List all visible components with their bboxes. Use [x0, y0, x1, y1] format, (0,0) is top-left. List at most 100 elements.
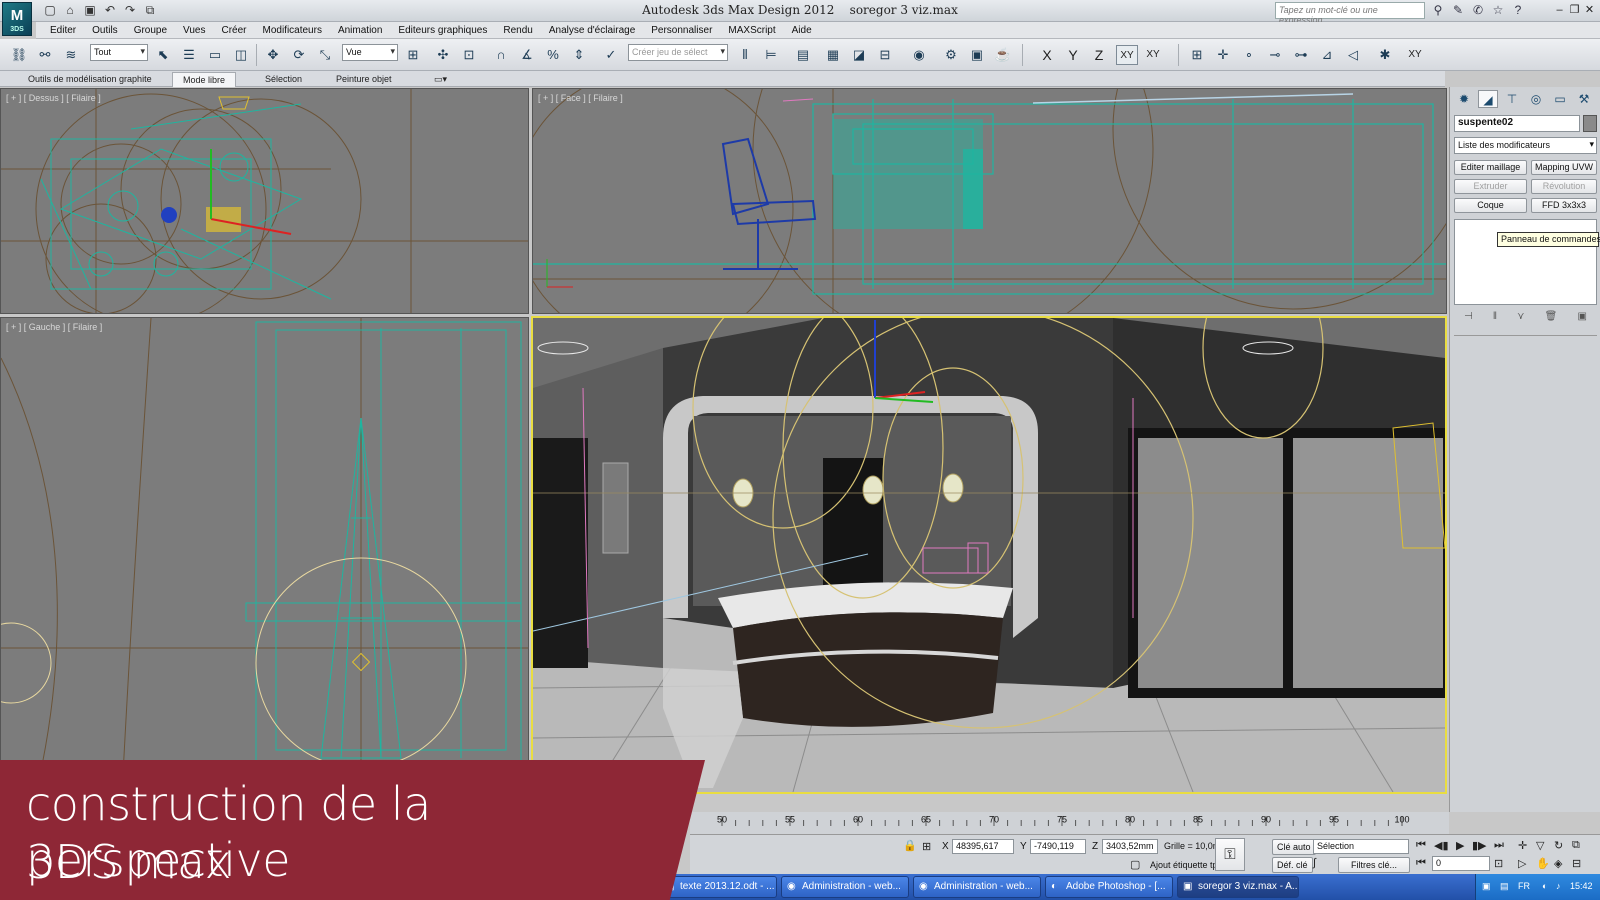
axis-xy-cycle-button[interactable]: XY [1142, 45, 1164, 65]
link-icon[interactable]: ⛓ [8, 44, 30, 66]
menu-aide[interactable]: Aide [784, 25, 820, 36]
menu-rendu[interactable]: Rendu [495, 25, 540, 36]
spinner-snap-icon[interactable]: ⇕ [568, 44, 590, 66]
set-keys-icon[interactable]: ⚿ [1215, 838, 1245, 871]
infocenter-search-input[interactable]: Tapez un mot-clé ou une expression [1275, 2, 1425, 25]
keyboard-shortcut-override-icon[interactable]: ⊡ [458, 44, 480, 66]
viewport-top-label[interactable]: [ + ] [ Dessus ] [ Filaire ] [6, 93, 101, 103]
key-filters-button[interactable]: Filtres clé... [1338, 857, 1410, 873]
graphite-ribbon-icon[interactable]: ▦ [822, 44, 844, 66]
snap-axis-constraint-button[interactable]: XY [1404, 45, 1426, 65]
select-manipulate-icon[interactable]: ✣ [432, 44, 454, 66]
pin-stack-icon[interactable]: ⊣ [1464, 311, 1473, 327]
orbit-icon[interactable]: ↻ [1554, 839, 1563, 852]
show-end-result-icon[interactable]: ‖ [1493, 311, 1497, 327]
uvw-mapping-button[interactable]: Mapping UVW [1531, 160, 1597, 175]
utilities-tab-icon[interactable]: ⚒ [1574, 90, 1594, 108]
task-photoshop[interactable]: ◐ Adobe Photoshop - [... [1045, 876, 1173, 898]
rendered-frame-icon[interactable]: ▣ [966, 44, 988, 66]
tray-icon[interactable]: ▣ [1482, 881, 1491, 892]
current-frame-field[interactable]: 0 [1432, 856, 1490, 871]
task-3dsmax[interactable]: ▣ soregor 3 viz.max - A... [1177, 876, 1299, 898]
selection-filter-select[interactable]: Tout [90, 44, 148, 61]
endpoint-snap-icon[interactable]: ⊸ [1264, 44, 1286, 66]
shell-button[interactable]: Coque [1454, 198, 1527, 213]
edit-mesh-button[interactable]: Editer maillage [1454, 160, 1527, 175]
save-icon[interactable]: ▣ [82, 3, 98, 18]
edit-named-selection-icon[interactable]: ✓ [600, 44, 622, 66]
extrude-button[interactable]: Extruder [1454, 179, 1527, 194]
zoom-all-icon[interactable]: ▽ [1536, 839, 1544, 852]
make-unique-icon[interactable]: ⋎ [1517, 311, 1524, 327]
motion-tab-icon[interactable]: ◎ [1526, 90, 1546, 108]
snap-options-icon[interactable]: ✱ [1374, 44, 1396, 66]
maximize-toggle-icon[interactable]: ⊟ [1572, 857, 1581, 870]
hierarchy-tab-icon[interactable]: ⊤ [1502, 90, 1522, 108]
menu-groupe[interactable]: Groupe [126, 25, 175, 36]
material-editor-icon[interactable]: ◉ [908, 44, 930, 66]
rotate-icon[interactable]: ⟳ [288, 44, 310, 66]
scale-icon[interactable]: ⤡ [314, 44, 336, 66]
binoculars-icon[interactable]: ⚲ [1430, 2, 1446, 18]
menu-maxscript[interactable]: MAXScript [720, 25, 783, 36]
move-icon[interactable]: ✥ [262, 44, 284, 66]
display-tab-icon[interactable]: ▭ [1550, 90, 1570, 108]
new-file-icon[interactable]: ▢ [42, 3, 58, 18]
menu-vues[interactable]: Vues [175, 25, 213, 36]
pivot-snap-icon[interactable]: ✛ [1212, 44, 1234, 66]
task-browser-1[interactable]: ◉ Administration - web... [781, 876, 909, 898]
viewport-left[interactable]: [ + ] [ Gauche ] [ Filaire ] [0, 317, 529, 812]
auto-key-button[interactable]: Clé auto [1272, 839, 1316, 855]
task-browser-2[interactable]: ◉ Administration - web... [913, 876, 1041, 898]
redo-icon[interactable]: ↷ [122, 3, 138, 18]
key-mode-select[interactable]: Sélection [1313, 839, 1409, 854]
field-of-view-icon[interactable]: ▷ [1518, 857, 1526, 870]
create-tab-icon[interactable]: ✹ [1454, 90, 1474, 108]
set-key-button[interactable]: Déf. clé [1272, 857, 1313, 873]
walkthrough-icon[interactable]: ◈ [1554, 857, 1562, 870]
tray-icon[interactable]: ◐ [1542, 881, 1547, 891]
pivot-center-icon[interactable]: ⊞ [402, 44, 424, 66]
mirror-icon[interactable]: ⫴ [734, 44, 756, 66]
viewport-front[interactable]: [ + ] [ Face ] [ Filaire ] [532, 88, 1447, 314]
tab-graphite-modeling[interactable]: Outils de modélisation graphite [18, 72, 162, 87]
object-color-swatch[interactable] [1583, 115, 1597, 132]
play-icon[interactable]: ▶ [1456, 839, 1464, 852]
time-config-icon[interactable]: ⊡ [1494, 857, 1503, 870]
menu-animation[interactable]: Animation [330, 25, 390, 36]
vertex-snap-icon[interactable]: ∘ [1238, 44, 1260, 66]
minimize-icon[interactable]: – [1553, 2, 1566, 18]
snaps-toggle-icon[interactable]: ∩ [490, 44, 512, 66]
face-snap-icon[interactable]: ◁ [1342, 44, 1364, 66]
window-crossing-icon[interactable]: ◫ [230, 44, 252, 66]
render-setup-icon[interactable]: ⚙ [940, 44, 962, 66]
bind-space-warp-icon[interactable]: ≋ [60, 44, 82, 66]
track-bar[interactable]: 50 55 60 65 70 75 80 85 90 95 100 [690, 812, 1449, 834]
layer-manager-icon[interactable]: ▤ [792, 44, 814, 66]
viewport-top[interactable]: [ + ] [ Dessus ] [ Filaire ] [0, 88, 529, 314]
language-indicator[interactable]: FR [1518, 881, 1530, 891]
axis-z-button[interactable]: Z [1088, 45, 1110, 65]
menu-personnaliser[interactable]: Personnaliser [643, 25, 720, 36]
selection-lock-icon[interactable]: 🔒 [903, 839, 917, 852]
rectangular-region-icon[interactable]: ▭ [204, 44, 226, 66]
select-object-icon[interactable]: ⬉ [152, 44, 174, 66]
x-coord-field[interactable]: 48395,617 [952, 839, 1014, 854]
angle-snap-icon[interactable]: ∡ [516, 44, 538, 66]
viewport-perspective[interactable] [531, 316, 1447, 794]
go-to-start-icon[interactable]: ⏮ [1416, 839, 1426, 852]
volume-icon[interactable]: ♪ [1556, 881, 1561, 891]
add-time-tag[interactable]: Ajout étiquette tps [1150, 860, 1222, 870]
menu-modificateurs[interactable]: Modificateurs [254, 25, 329, 36]
go-to-end-icon[interactable]: ⏭ [1494, 839, 1504, 852]
key-mode-toggle-icon[interactable]: ⏮ [1416, 857, 1426, 870]
project-folder-icon[interactable]: ⧉ [142, 3, 158, 18]
previous-frame-icon[interactable]: ◀▮ [1434, 839, 1449, 852]
absolute-transform-icon[interactable]: ⊞ [922, 840, 931, 853]
object-name-field[interactable]: suspente02 [1454, 115, 1580, 132]
task-text-document[interactable]: ▤texte 2013.12.odt - ... [659, 876, 777, 898]
maximize-viewport-icon[interactable]: ⧉ [1572, 839, 1580, 852]
render-production-icon[interactable]: ☕ [992, 44, 1014, 66]
tab-freeform[interactable]: Mode libre [172, 72, 237, 87]
select-by-name-icon[interactable]: ☰ [178, 44, 200, 66]
